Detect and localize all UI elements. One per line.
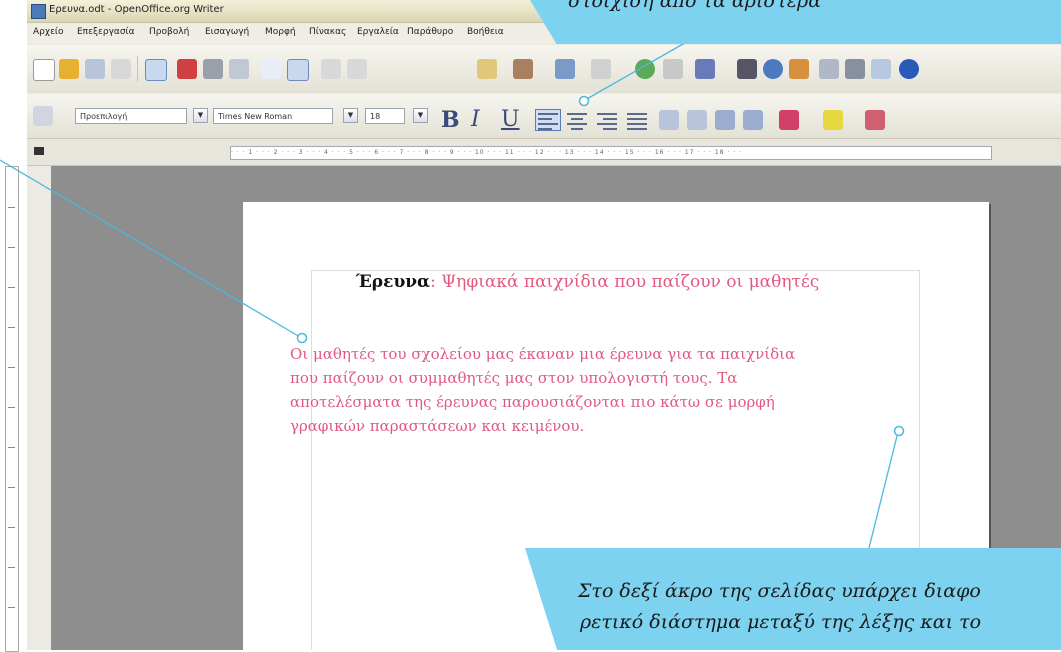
bottom-pointer-dot	[893, 425, 905, 437]
top-callout-text: στοίχιση από τα αριστερά	[568, 0, 822, 12]
bottom-callout-text-line1: Στο δεξί άκρο της σελίδας υπάρχει διαφο	[578, 580, 981, 602]
left-pointer-line	[0, 159, 301, 338]
top-pointer-line	[584, 39, 691, 101]
left-pointer-dot	[296, 332, 308, 344]
bottom-pointer-line	[867, 431, 899, 553]
bottom-callout-text-line2: ρετικό διάστημα μεταξύ της λέξης και το	[580, 611, 982, 633]
top-pointer-dot	[578, 95, 590, 107]
